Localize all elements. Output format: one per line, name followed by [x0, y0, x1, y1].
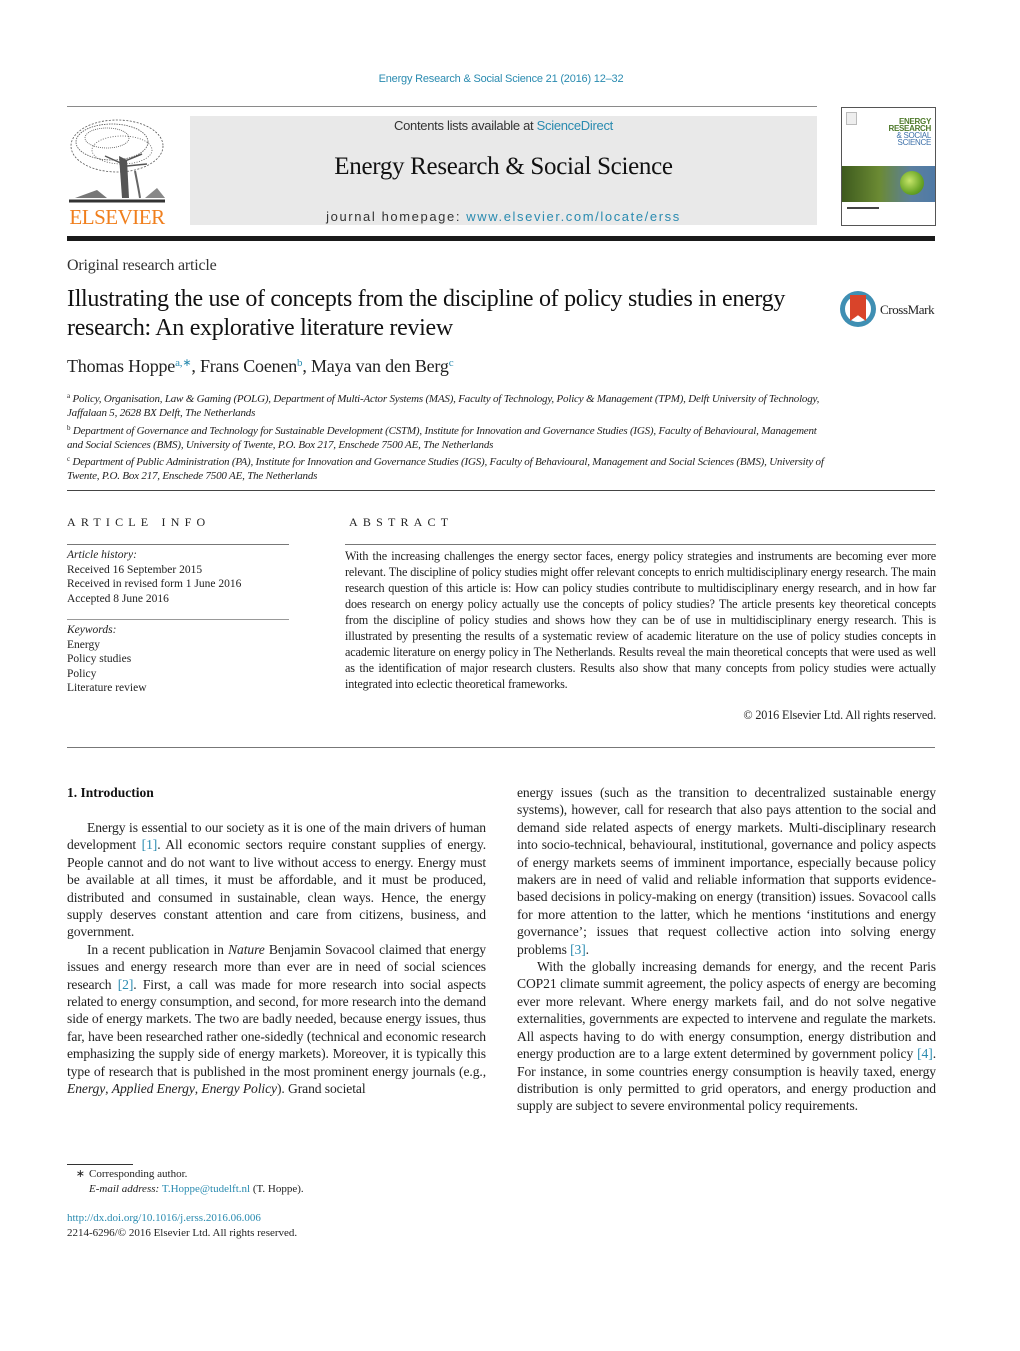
contents-prefix: Contents lists available at	[394, 118, 537, 133]
article-info-rule	[67, 544, 289, 545]
keywords-label: Keywords:	[67, 624, 117, 636]
history-item: Accepted 8 June 2016	[67, 592, 169, 605]
abstract-heading: ABSTRACT	[349, 515, 454, 529]
abstract-rule	[345, 544, 936, 545]
journal-homepage: journal homepage: www.elsevier.com/locat…	[190, 209, 817, 224]
homepage-prefix: journal homepage:	[326, 209, 467, 224]
history-item: Received 16 September 2015	[67, 563, 203, 576]
keyword: Policy	[67, 667, 97, 680]
paragraph: In a recent publication in Nature Benjam…	[67, 941, 486, 1097]
keyword: Policy studies	[67, 653, 132, 666]
issn-copyright: 2214-6296/© 2016 Elsevier Ltd. All right…	[67, 1226, 298, 1239]
article-info-heading: ARTICLE INFO	[67, 515, 211, 529]
affiliation: a Policy, Organisation, Law & Gaming (PO…	[67, 392, 820, 420]
article-history: Article history: Received 16 September 2…	[67, 548, 241, 606]
paragraph: Energy is essential to our society as it…	[67, 820, 486, 940]
journal-title: Energy Research & Social Science	[334, 153, 673, 180]
footnote-rule	[67, 1164, 133, 1165]
cover-line-4: SCIENCE	[897, 138, 932, 147]
keywords: Keywords: Energy Policy studies Policy L…	[67, 623, 147, 696]
keyword: Energy	[67, 638, 101, 651]
section-heading: 1. Introduction	[67, 785, 154, 800]
contents-availability: Contents lists available at ScienceDirec…	[190, 118, 817, 133]
citation-link[interactable]: [4]	[917, 1046, 933, 1061]
cover-globe-icon	[900, 171, 924, 195]
doi-link[interactable]: http://dx.doi.org/10.1016/j.erss.2016.06…	[67, 1212, 261, 1224]
paragraph: With the globally increasing demands for…	[517, 959, 936, 1114]
journal-cover-thumbnail[interactable]: ENERGY RESEARCH & SOCIAL SCIENCE	[841, 107, 936, 226]
citation-link[interactable]: [2]	[118, 977, 134, 992]
cover-title: ENERGY RESEARCH & SOCIAL SCIENCE	[889, 118, 932, 147]
abstract-text: With the increasing challenges the energ…	[345, 549, 936, 691]
author-name[interactable]: Frans Coenen	[200, 356, 297, 376]
cover-footer-text	[847, 207, 879, 209]
sciencedirect-link[interactable]: ScienceDirect	[537, 118, 614, 133]
section-rule	[67, 490, 935, 491]
body-rule	[67, 747, 935, 748]
paragraph: energy issues (such as the transition to…	[517, 785, 936, 957]
keyword: Literature review	[67, 682, 147, 695]
publisher-name: ELSEVIER	[69, 205, 165, 229]
affiliation: c Department of Public Administration (P…	[67, 455, 824, 483]
body-column-right: energy issues (such as the transition to…	[517, 784, 936, 1115]
crossmark-label: CrossMark	[880, 302, 935, 317]
footnote-marker: ∗	[75, 1168, 85, 1180]
author-name[interactable]: Thomas Hoppe	[67, 356, 175, 376]
journal-homepage-link[interactable]: www.elsevier.com/locate/erss	[466, 209, 681, 224]
cover-publisher-mark	[846, 112, 857, 125]
elsevier-logo[interactable]: ELSEVIER	[67, 116, 167, 228]
corresponding-author-footnote: ∗ Corresponding author. E-mail address: T…	[67, 1167, 304, 1196]
author-list: Thomas Hoppea,∗, Frans Coenenb, Maya van…	[67, 356, 454, 376]
author-name[interactable]: Maya van den Berg	[311, 356, 449, 376]
header-rule	[67, 106, 817, 107]
article-type: Original research article	[67, 257, 217, 274]
author-affiliation-link[interactable]: c	[449, 357, 454, 369]
author-affiliation-link[interactable]: a,∗	[175, 357, 191, 369]
elsevier-tree-icon	[67, 116, 167, 206]
affiliations: a Policy, Organisation, Law & Gaming (PO…	[67, 389, 827, 484]
history-label: Article history:	[67, 549, 137, 561]
body-column-left: Energy is essential to our society as it…	[67, 819, 486, 1098]
doi-block: http://dx.doi.org/10.1016/j.erss.2016.06…	[67, 1211, 297, 1240]
masthead-thick-rule	[67, 236, 935, 241]
article-title: Illustrating the use of concepts from th…	[67, 286, 786, 341]
crossmark-button[interactable]: CrossMark	[840, 291, 940, 329]
journal-citation-link[interactable]: Energy Research & Social Science 21 (201…	[379, 73, 624, 85]
email-label: E-mail address:	[89, 1182, 162, 1195]
abstract-copyright: © 2016 Elsevier Ltd. All rights reserved…	[743, 708, 936, 722]
keywords-rule	[67, 619, 289, 620]
email-link[interactable]: T.Hoppe@tudelft.nl	[162, 1183, 250, 1195]
citation-link[interactable]: [3]	[570, 942, 586, 957]
running-head[interactable]: Energy Research & Social Science 21 (201…	[0, 73, 1002, 85]
corresponding-label: Corresponding author.	[89, 1168, 188, 1180]
citation-link[interactable]: [1]	[142, 837, 158, 852]
affiliation: b Department of Governance and Technolog…	[67, 423, 817, 451]
history-item: Received in revised form 1 June 2016	[67, 578, 242, 591]
crossmark-icon	[840, 291, 876, 327]
